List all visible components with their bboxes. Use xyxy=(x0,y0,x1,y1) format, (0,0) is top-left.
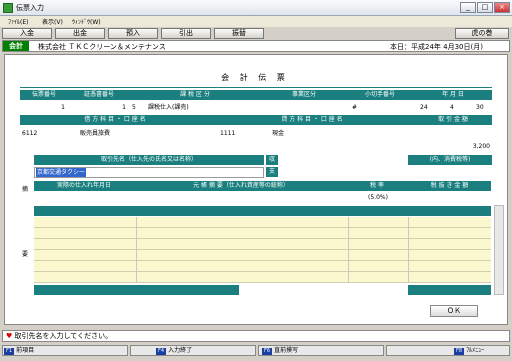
f6-key[interactable]: F6 直前摸写 xyxy=(258,345,384,356)
window-title: 伝票入力 xyxy=(16,4,44,12)
debit-code-field[interactable]: 6112 xyxy=(22,129,37,138)
grid-divider xyxy=(408,217,409,283)
menu-window[interactable]: ｳｨﾝﾄﾞｳ(W) xyxy=(72,17,101,26)
company-name: 株式会社 ＴＫＣクリーン＆メンテナンス xyxy=(38,43,166,51)
detail-row[interactable] xyxy=(34,228,491,239)
business-header: 事業区分 xyxy=(291,91,316,98)
close-button[interactable]: × xyxy=(494,2,510,13)
date-header: 年 月 日 xyxy=(442,91,464,98)
rate-col-header: 税 率 xyxy=(370,182,384,189)
amount-header: 取 引 金 額 xyxy=(438,116,468,123)
f8-key-text: ﾌﾙﾒﾆｭｰ xyxy=(466,347,485,354)
voucher-title: 会 計 伝 票 xyxy=(221,73,289,82)
app-icon xyxy=(3,3,13,13)
tekiyo-label-top: 摘 xyxy=(22,186,29,193)
debit-header: 借 方 科 目 ・ 口 座 名 xyxy=(84,116,146,123)
f6-key-text: 直前摸写 xyxy=(274,347,299,354)
accounting-badge: 会計 xyxy=(3,41,29,51)
slip-no-header: 伝票番号 xyxy=(31,91,56,98)
ki-label: 収 xyxy=(266,155,278,165)
year-field[interactable]: 24 xyxy=(420,103,428,112)
transfer-button[interactable]: 振替 xyxy=(214,28,264,39)
credit-code-field[interactable]: 1111 xyxy=(220,129,235,138)
f1-key-label: F1 xyxy=(4,348,15,355)
bank-withdraw-button[interactable]: 引出 xyxy=(161,28,211,39)
help-button[interactable]: 虎の巻 xyxy=(455,28,509,39)
tax-code-field[interactable]: 5 xyxy=(132,103,136,112)
f1-key-text: 前項目 xyxy=(16,347,35,354)
menu-view[interactable]: 表示(V) xyxy=(42,17,63,26)
check-no-field[interactable]: # xyxy=(352,103,357,112)
current-date: 本日：平成24年 4月30日(月) xyxy=(390,43,483,51)
detail-scrollbar[interactable] xyxy=(494,205,504,295)
credit-name: 現金 xyxy=(272,130,285,137)
f8-key-label: F8 xyxy=(454,348,465,355)
bank-deposit-button[interactable]: 預入 xyxy=(108,28,158,39)
rate-value: (5.0%) xyxy=(368,194,388,201)
tax-name: 課税仕入(課売) xyxy=(148,104,189,111)
f8-key[interactable]: F8 ﾌﾙﾒﾆｭｰ xyxy=(386,345,510,356)
tax-note: (内、消費税等) xyxy=(429,156,471,163)
grid-divider xyxy=(136,217,137,283)
f4-key-label: F4 xyxy=(156,348,167,355)
minimize-button[interactable]: _ xyxy=(460,2,476,13)
f4-key[interactable]: F4 入力終了 xyxy=(130,345,256,356)
status-bar: ♥ 取引先名を入力してください。 xyxy=(2,330,510,342)
footer-bar-right xyxy=(408,285,491,295)
withdrawal-button[interactable]: 出金 xyxy=(55,28,105,39)
grid-divider xyxy=(348,217,349,283)
debit-name: 販売員旅費 xyxy=(80,130,111,137)
menu-file[interactable]: ﾌｧｲﾙ(E) xyxy=(8,17,28,26)
partner-input-text: 京都交通タクシー xyxy=(36,168,87,177)
title-bar xyxy=(0,0,512,16)
partner-header: 取引先名（仕入先の氏名又は名称） xyxy=(34,155,264,165)
detail-row[interactable] xyxy=(34,272,491,283)
detail-row[interactable] xyxy=(34,261,491,272)
detail-row[interactable] xyxy=(34,239,491,250)
credit-header: 貸 方 科 目 ・ 口 座 名 xyxy=(281,116,343,123)
title-rule xyxy=(20,87,492,88)
slip-no-field[interactable]: 1 xyxy=(20,103,65,112)
evidence-no-header: 証憑書番号 xyxy=(83,91,114,98)
deposit-button[interactable]: 入金 xyxy=(2,28,52,39)
summary-col-header: 元 帳 摘 要（仕入れ資産等の総称） xyxy=(193,182,289,189)
check-no-header: 小切手番号 xyxy=(364,91,395,98)
shi-label: 支 xyxy=(266,167,278,177)
detail-row[interactable] xyxy=(34,217,491,228)
heart-icon: ♥ xyxy=(6,332,13,340)
day-field[interactable]: 30 xyxy=(476,103,484,112)
maximize-button[interactable]: □ xyxy=(477,2,493,13)
f6-key-label: F6 xyxy=(262,348,273,355)
f1-key[interactable]: F1 前項目 xyxy=(2,345,128,356)
ok-button[interactable]: ＯＫ xyxy=(430,305,478,317)
footer-bar-left xyxy=(34,285,239,295)
tax-class-header: 課 税 区 分 xyxy=(180,91,210,98)
detail-subheader-bar xyxy=(34,206,491,216)
status-text: 取引先名を入力してください。 xyxy=(14,332,113,340)
date-col-header: 実際の仕入れ年月日 xyxy=(56,182,111,189)
net-col-header: 税 抜 き 金 額 xyxy=(430,182,469,189)
detail-row[interactable] xyxy=(34,250,491,261)
f4-key-text: 入力終了 xyxy=(168,347,193,354)
evidence-no-field[interactable]: 1 xyxy=(70,103,126,112)
amount-field[interactable]: 3,200 xyxy=(414,142,490,151)
month-field[interactable]: 4 xyxy=(450,103,454,112)
tekiyo-label-bottom: 要 xyxy=(22,251,29,258)
